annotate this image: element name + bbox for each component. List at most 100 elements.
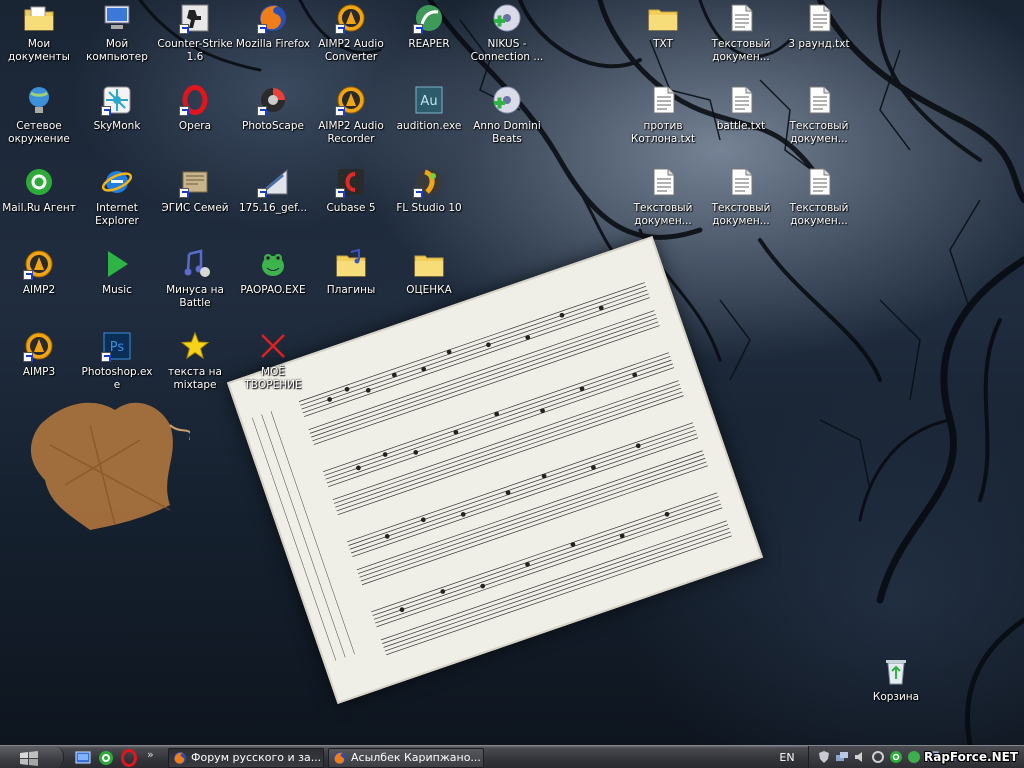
desktop-icon-photoshop[interactable]: Ps Photoshop.exe [78, 330, 156, 410]
frog-icon [257, 248, 289, 280]
start-button[interactable] [0, 746, 64, 768]
photoscape-icon [257, 84, 289, 116]
desktop-icon-network-places[interactable]: Сетевое окружение [0, 84, 78, 164]
desktop-icon-label: Cubase 5 [326, 202, 376, 214]
shortcut-arrow-icon [413, 24, 423, 34]
desktop-icon-text-document-3[interactable]: Текстовый докумен... [624, 166, 702, 246]
desktop-icon-anno-domini-beats[interactable]: Anno Domini Beats [468, 84, 546, 164]
desktop-icon-grade-folder[interactable]: ОЦЕНКА [390, 248, 468, 328]
desktop-icon-mixtape-lyrics[interactable]: текста на mixtape [156, 330, 234, 410]
desktop-icon-plugins-folder[interactable]: Плагины [312, 248, 390, 328]
desktop-icon-label: AIMP3 [22, 366, 56, 378]
desktop-icon-nikus-connection[interactable]: NIKUS - Connection ... [468, 2, 546, 82]
taskbar-window-profile[interactable]: Асылбек Карипжано... [328, 748, 484, 768]
desktop-icon-my-computer[interactable]: Мой компьютер [78, 2, 156, 82]
desktop-icon-label: Mozilla Firefox [235, 38, 311, 50]
desktop-icon-text-document-2[interactable]: Текстовый докумен... [780, 84, 858, 164]
network-icon[interactable] [835, 750, 849, 764]
folder-docs-icon [23, 2, 55, 34]
mail-agent-icon[interactable] [97, 749, 115, 767]
desktop-icon-aimp3[interactable]: AIMP3 [0, 330, 78, 410]
desktop-icon-audition[interactable]: Au audition.exe [390, 84, 468, 164]
quicklaunch-more-button[interactable]: » [147, 748, 154, 761]
mail-agent-tray-icon[interactable] [889, 750, 903, 764]
shortcut-arrow-icon [179, 106, 189, 116]
audition-icon: Au [413, 84, 445, 116]
svg-text:Au: Au [420, 94, 437, 109]
desktop-icon-vs-kotlon-txt[interactable]: против Котлона.txt [624, 84, 702, 164]
windows-logo-icon [20, 751, 38, 766]
desktop-icon-fl-studio-10[interactable]: FL Studio 10 [390, 166, 468, 246]
desktop-icon-label: 175.16_gef... [238, 202, 308, 214]
desktop-icon-mozilla-firefox[interactable]: Mozilla Firefox [234, 2, 312, 82]
desktop-icon-label: Текстовый докумен... [711, 38, 771, 63]
desktop-icon-photoscape[interactable]: PhotoScape [234, 84, 312, 164]
desktop-icon-label: ЭГИС Семей [161, 202, 229, 214]
mailru-icon [23, 166, 55, 198]
cs-icon [179, 2, 211, 34]
shortcut-arrow-icon [101, 106, 111, 116]
desktop-icon-label: Минуса на Battle [166, 284, 224, 309]
taskbar-window-label: Асылбек Карипжано... [351, 751, 481, 764]
desktop-icon-label: audition.exe [396, 120, 462, 132]
sync-icon[interactable] [871, 750, 885, 764]
desktop-icon-label: Текстовый докумен... [789, 202, 849, 227]
shortcut-arrow-icon [23, 270, 33, 280]
reaper-icon [413, 2, 445, 34]
desktop-icon-label: Opera [178, 120, 212, 132]
desktop-icon-skymonk[interactable]: SkyMonk [78, 84, 156, 164]
desktop-icon-opera[interactable]: Opera [156, 84, 234, 164]
utility-tray-icon[interactable] [907, 750, 921, 764]
desktop-icon-reaper[interactable]: REAPER [390, 2, 468, 82]
txt-icon [725, 84, 757, 116]
desktop-icon-round-3-txt[interactable]: 3 раунд.txt [780, 2, 858, 82]
desktop-icon-text-document-1[interactable]: Текстовый докумен... [702, 2, 780, 82]
desktop-icon-label: 3 раунд.txt [788, 38, 850, 50]
txt-icon [647, 84, 679, 116]
desktop-icon-geforce-installer[interactable]: 175.16_gef... [234, 166, 312, 246]
skymonk-icon [101, 84, 133, 116]
shortcut-arrow-icon [335, 188, 345, 198]
show-desktop-icon[interactable] [74, 749, 92, 767]
desktop-icon-mailru-agent[interactable]: Mail.Ru Агент [0, 166, 78, 246]
desktop-icon-txt-folder[interactable]: TXT [624, 2, 702, 82]
desktop-icon-battle-instrumentals[interactable]: Минуса на Battle [156, 248, 234, 328]
desktop-icon-recycle-bin[interactable]: Корзина [857, 655, 935, 735]
shortcut-arrow-icon [335, 24, 345, 34]
desktop-icon-text-document-4[interactable]: Текстовый докумен... [702, 166, 780, 246]
language-indicator[interactable]: EN [772, 746, 802, 768]
opera-icon [179, 84, 211, 116]
desktop-icon-label: PAOPAO.EXE [240, 284, 306, 296]
desktop-icon-label: Текстовый докумен... [633, 202, 693, 227]
shortcut-arrow-icon [257, 188, 267, 198]
desktop-icon-label: REAPER [408, 38, 450, 50]
play-icon [101, 248, 133, 280]
desktop-icon-my-documents[interactable]: Мои документы [0, 2, 78, 82]
taskbar-window-forum[interactable]: Форум русского и за... [168, 748, 324, 768]
photoshop-icon: Ps [101, 330, 133, 362]
desktop-icon-cubase-5[interactable]: Cubase 5 [312, 166, 390, 246]
desktop-icon-my-creation[interactable]: МОЁ ТВОРЕНИЕ [234, 330, 312, 410]
aimp-orange-icon [335, 2, 367, 34]
desktop-icon-text-document-5[interactable]: Текстовый докумен... [780, 166, 858, 246]
shield-icon[interactable] [817, 750, 831, 764]
desktop-icon-counter-strike[interactable]: Counter-Strike 1.6 [156, 2, 234, 82]
volume-icon[interactable] [853, 750, 867, 764]
desktop-icon-battle-txt[interactable]: battle.txt [702, 84, 780, 164]
desktop-icon-music[interactable]: Music [78, 248, 156, 328]
desktop-icon-paopao[interactable]: PAOPAO.EXE [234, 248, 312, 328]
desktop-icon-label: Текстовый докумен... [789, 120, 849, 145]
desktop-icon-label: battle.txt [716, 120, 766, 132]
cd-plus-icon [491, 2, 523, 34]
desktop-icon-aimp2-converter[interactable]: AIMP2 Audio Converter [312, 2, 390, 82]
aimp-orange-icon [23, 330, 55, 362]
desktop-icon-label: Корзина [872, 691, 920, 703]
desktop-icon-label: Internet Explorer [95, 202, 139, 227]
desktop-icon-aimp2-recorder[interactable]: AIMP2 Audio Recorder [312, 84, 390, 164]
desktop-icon-egis-semey[interactable]: ЭГИС Семей [156, 166, 234, 246]
desktop-icon-label: Текстовый докумен... [711, 202, 771, 227]
opera-icon[interactable] [120, 749, 138, 767]
desktop-icon-aimp2[interactable]: AIMP2 [0, 248, 78, 328]
desktop-icon-internet-explorer[interactable]: Internet Explorer [78, 166, 156, 246]
folder-icon [413, 248, 445, 280]
